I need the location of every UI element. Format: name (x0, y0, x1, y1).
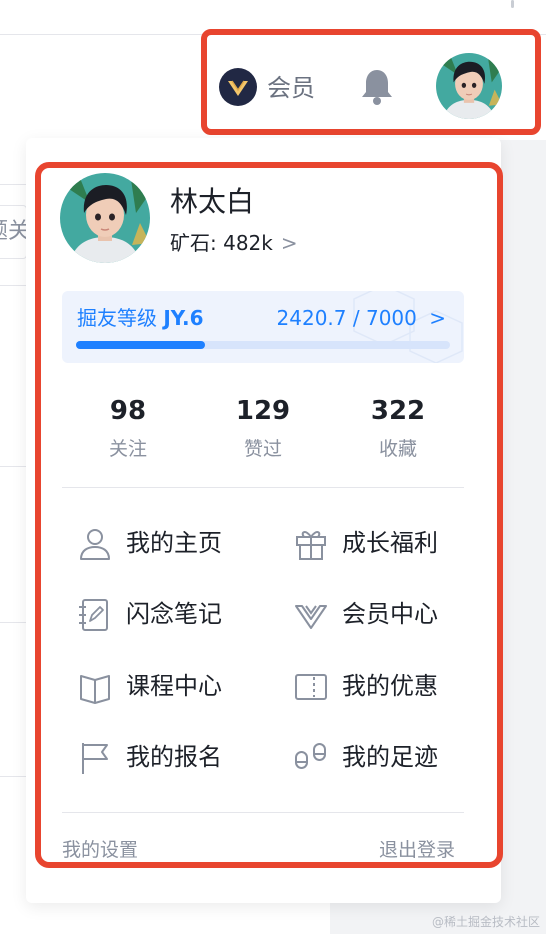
topic-chip-text: 题关 (0, 219, 26, 244)
scrollbar-mark (511, 0, 514, 8)
topic-chip[interactable]: 题关 (0, 205, 27, 259)
panel-highlight-frame (35, 162, 503, 868)
header-highlight-frame (201, 29, 541, 135)
page: 题关 会员 (0, 0, 546, 934)
watermark: @稀土掘金技术社区 (431, 915, 540, 929)
